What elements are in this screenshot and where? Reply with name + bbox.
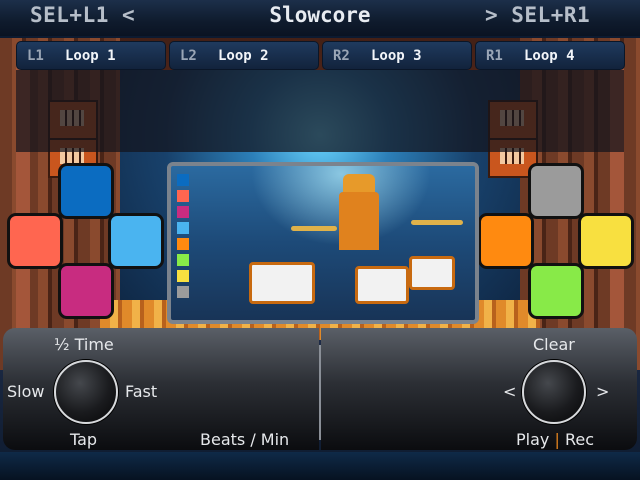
loop-key-label: R2 xyxy=(333,47,350,64)
half-time-button[interactable]: ½ Time xyxy=(54,335,114,354)
next-arrow-icon[interactable]: > xyxy=(596,382,609,401)
pad-right-bottom[interactable] xyxy=(528,263,584,319)
play-rec-label: Play | Rec xyxy=(516,430,594,449)
cymbal-icon xyxy=(291,226,337,231)
play-rec-separator: | xyxy=(554,430,560,449)
color-swatch xyxy=(177,222,189,234)
color-swatch xyxy=(177,270,189,282)
pad-left-right[interactable] xyxy=(108,213,164,269)
pad-left-left[interactable] xyxy=(7,213,63,269)
loop-key-label: R1 xyxy=(486,47,503,64)
loop-1-button[interactable]: L1 Loop 1 xyxy=(16,41,166,70)
loop-label: Loop 4 xyxy=(524,47,575,64)
tap-tempo-button[interactable]: Tap xyxy=(70,430,97,449)
top-bar: SEL+L1 < Slowcore > SEL+R1 xyxy=(0,0,640,38)
drummer-figure xyxy=(339,192,379,250)
overlay-band xyxy=(16,70,624,152)
loop-label: Loop 2 xyxy=(218,47,269,64)
previous-arrow-icon[interactable]: < xyxy=(503,382,516,401)
drum-icon xyxy=(249,262,315,304)
color-swatch-column xyxy=(177,174,189,302)
pad-left-bottom[interactable] xyxy=(58,263,114,319)
pad-left-top[interactable] xyxy=(58,163,114,219)
clear-button[interactable]: Clear xyxy=(533,335,575,354)
loop-2-button[interactable]: L2 Loop 2 xyxy=(169,41,319,70)
bottom-bar xyxy=(0,452,640,480)
drum-icon xyxy=(355,266,409,304)
loop-label: Loop 3 xyxy=(371,47,422,64)
pad-right-right[interactable] xyxy=(578,213,634,269)
loop-key-label: L2 xyxy=(180,47,197,64)
color-swatch xyxy=(177,174,189,186)
loop-3-button[interactable]: R2 Loop 3 xyxy=(322,41,472,70)
pad-right-top[interactable] xyxy=(528,163,584,219)
play-button[interactable]: Play xyxy=(516,430,549,449)
fast-label: Fast xyxy=(125,382,158,401)
next-song-hint[interactable]: > SEL+R1 xyxy=(485,3,590,27)
cymbal-icon xyxy=(411,220,463,225)
recorder-knob[interactable] xyxy=(522,360,586,424)
rec-button[interactable]: Rec xyxy=(565,430,594,449)
pad-right-left[interactable] xyxy=(478,213,534,269)
tempo-unit-label: Beats / Min xyxy=(200,430,290,449)
loop-key-label: L1 xyxy=(27,47,44,64)
color-swatch xyxy=(177,238,189,250)
drum-icon xyxy=(409,256,455,290)
loop-4-button[interactable]: R1 Loop 4 xyxy=(475,41,625,70)
color-swatch xyxy=(177,286,189,298)
color-swatch xyxy=(177,206,189,218)
stage-preview xyxy=(167,162,479,324)
tempo-knob[interactable] xyxy=(54,360,118,424)
color-swatch xyxy=(177,190,189,202)
loop-label: Loop 1 xyxy=(65,47,116,64)
color-swatch xyxy=(177,254,189,266)
slow-label: Slow xyxy=(7,382,45,401)
